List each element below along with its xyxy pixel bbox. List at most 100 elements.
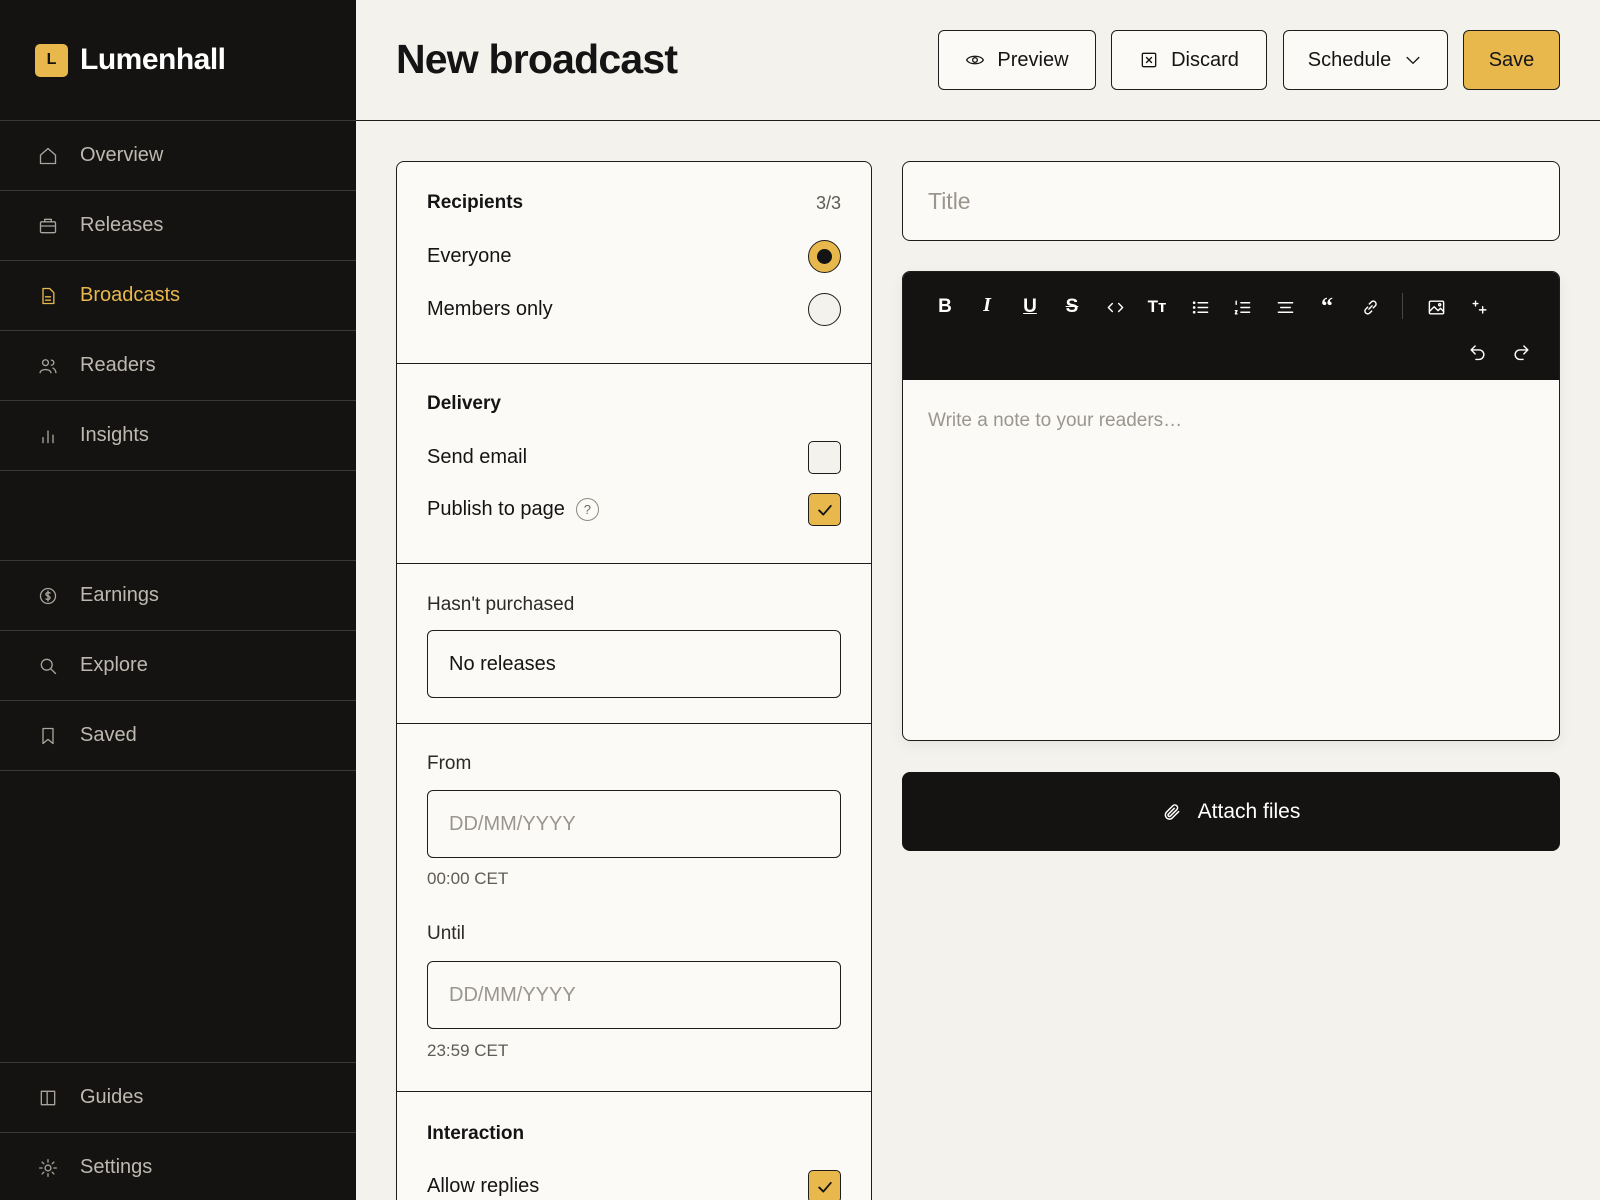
sidebar-item-readers[interactable]: Readers — [0, 331, 356, 401]
rich-text-editor: B I U S Tт “ Write a note to your reader… — [902, 271, 1560, 741]
preview-button[interactable]: Preview — [938, 30, 1096, 90]
bullet-list-icon — [1192, 300, 1208, 314]
users-icon — [37, 355, 59, 377]
recipients-section: Recipients 3/3 Everyone Members only — [397, 162, 871, 364]
document-icon — [37, 285, 59, 307]
members-only-radio[interactable] — [808, 293, 841, 326]
option-label: Members only — [427, 298, 553, 320]
italic-button[interactable]: I — [972, 290, 1002, 320]
send-email-checkbox[interactable] — [808, 441, 841, 474]
send-email-label: Send email — [427, 446, 528, 468]
link-icon — [1363, 299, 1377, 315]
editor-body-placeholder[interactable]: Write a note to your readers… — [928, 410, 1182, 432]
recipients-count: 3/3 — [815, 193, 841, 213]
delivery-section: Delivery Send email Publish to page? — [397, 364, 871, 564]
numbered-list-button[interactable] — [1227, 292, 1257, 322]
until-date-placeholder: DD/MM/YYYY — [449, 983, 576, 1006]
undo-button[interactable] — [1462, 336, 1492, 366]
align-center-button[interactable] — [1270, 292, 1300, 322]
sidebar-item-label: Guides — [80, 1086, 144, 1108]
attach-files-button[interactable]: Attach files — [902, 772, 1560, 851]
align-center-icon — [1277, 301, 1293, 313]
page-header: New broadcast Preview Discard Schedule S… — [356, 0, 1600, 121]
until-date-input[interactable]: DD/MM/YYYY — [427, 961, 841, 1029]
image-icon — [1428, 299, 1444, 315]
sidebar-item-settings[interactable]: Settings — [0, 1133, 356, 1200]
bookmark-icon — [37, 725, 59, 747]
title-input[interactable]: Title — [902, 161, 1560, 241]
redo-button[interactable] — [1506, 336, 1536, 366]
save-button[interactable]: Save — [1463, 30, 1560, 90]
allow-replies-label: Allow replies — [427, 1175, 540, 1197]
sidebar-item-overview[interactable]: Overview — [0, 121, 356, 191]
sparkle-icon — [1471, 299, 1487, 314]
home-icon — [37, 145, 59, 167]
from-time: 00:00 CET — [427, 869, 509, 888]
interaction-section: Interaction Allow replies — [397, 1092, 871, 1200]
sidebar-item-saved[interactable]: Saved — [0, 701, 356, 771]
until-label: Until — [427, 923, 466, 944]
broadcast-settings-card: Recipients 3/3 Everyone Members only Del… — [396, 161, 872, 1200]
sidebar-spacer — [0, 771, 356, 1063]
schedule-dropdown[interactable]: Schedule — [1283, 30, 1448, 90]
option-label: Everyone — [427, 245, 512, 267]
everyone-radio[interactable] — [808, 240, 841, 273]
send-email-row[interactable]: Send email — [427, 441, 841, 474]
bullet-list-button[interactable] — [1185, 292, 1215, 322]
sidebar-item-guides[interactable]: Guides — [0, 1063, 356, 1133]
discard-button[interactable]: Discard — [1111, 30, 1267, 90]
underline-button[interactable]: U — [1015, 292, 1045, 322]
sidebar-item-earnings[interactable]: Earnings — [0, 561, 356, 631]
date-range-section: From DD/MM/YYYY 00:00 CET Until DD/MM/YY… — [397, 724, 871, 1092]
gear-icon — [37, 1157, 59, 1179]
recipient-option-members[interactable]: Members only — [427, 293, 841, 326]
numbered-list-icon — [1234, 299, 1250, 315]
close-box-icon — [1141, 52, 1157, 68]
quote-button[interactable]: “ — [1312, 292, 1342, 322]
sidebar-item-label: Releases — [80, 214, 164, 236]
editor-toolbar: B I U S Tт “ — [903, 272, 1559, 380]
check-icon — [817, 1181, 832, 1192]
sidebar-item-explore[interactable]: Explore — [0, 631, 356, 701]
bold-button[interactable]: B — [930, 292, 960, 322]
sidebar-item-insights[interactable]: Insights — [0, 401, 356, 471]
from-date-placeholder: DD/MM/YYYY — [449, 812, 576, 835]
allow-replies-checkbox[interactable] — [808, 1170, 841, 1200]
publish-page-row[interactable]: Publish to page? — [427, 493, 841, 526]
paperclip-icon — [1164, 803, 1180, 820]
sidebar-item-broadcasts[interactable]: Broadcasts — [0, 261, 356, 331]
toolbar-divider — [1402, 293, 1403, 319]
sidebar-spacer — [0, 471, 356, 561]
publish-page-checkbox[interactable] — [808, 493, 841, 526]
sidebar-item-label: Explore — [80, 654, 148, 676]
code-button[interactable] — [1100, 292, 1130, 322]
text-size-button[interactable]: Tт — [1142, 292, 1172, 322]
attach-files-label: Attach files — [1197, 799, 1301, 823]
from-label: From — [427, 753, 472, 774]
strikethrough-button[interactable]: S — [1057, 292, 1087, 322]
brand[interactable]: L Lumenhall — [0, 0, 356, 121]
allow-replies-row[interactable]: Allow replies — [427, 1170, 841, 1200]
help-icon[interactable]: ? — [575, 498, 599, 522]
recipient-option-everyone[interactable]: Everyone — [427, 240, 841, 273]
brand-logo: L — [35, 43, 68, 77]
publish-page-label-wrap: Publish to page? — [427, 498, 599, 522]
quote-icon: “ — [1321, 293, 1333, 320]
interaction-heading: Interaction — [427, 1123, 525, 1144]
search-icon — [37, 655, 59, 677]
chevron-down-icon — [1406, 56, 1420, 64]
discard-label: Discard — [1171, 48, 1239, 71]
purchase-filter-select[interactable]: No releases — [427, 630, 841, 698]
purchase-filter-value: No releases — [449, 652, 556, 675]
ai-sparkle-button[interactable] — [1464, 292, 1494, 322]
title-placeholder: Title — [928, 187, 971, 214]
schedule-label: Schedule — [1307, 48, 1392, 71]
sidebar: L Lumenhall Overview Releases Broadcasts… — [0, 0, 356, 1200]
from-date-input[interactable]: DD/MM/YYYY — [427, 790, 841, 858]
purchase-filter-label: Hasn't purchased — [427, 594, 575, 615]
purchase-filter-section: Hasn't purchased No releases — [397, 564, 871, 724]
link-button[interactable] — [1355, 292, 1385, 322]
sidebar-item-releases[interactable]: Releases — [0, 191, 356, 261]
delivery-heading: Delivery — [427, 393, 501, 414]
insert-image-button[interactable] — [1421, 292, 1451, 322]
